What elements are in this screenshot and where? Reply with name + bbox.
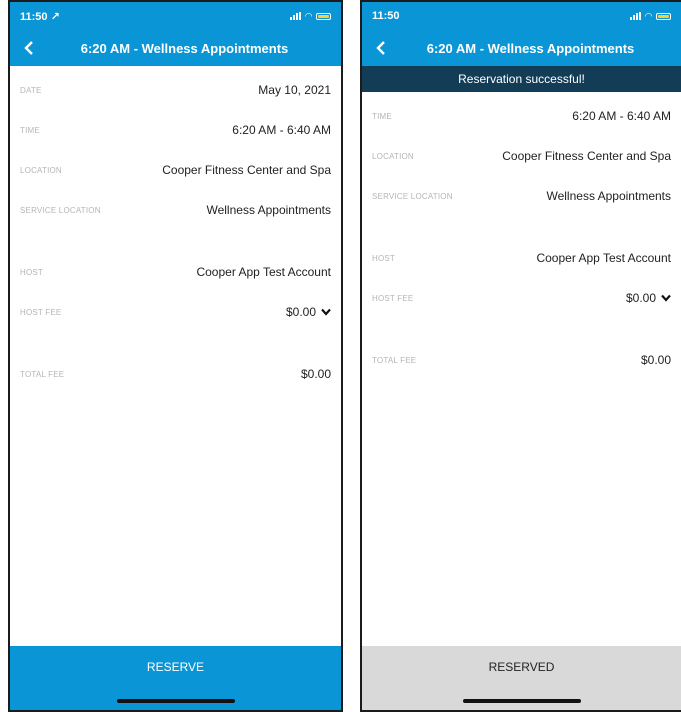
phone-screen-before: 11:50 ↗ ◠ 6:20 AM - Wellness Appointment… (8, 0, 343, 712)
row-value: $0.00 (625, 291, 656, 305)
home-indicator[interactable] (116, 699, 235, 703)
row-label: SERVICE LOCATION (20, 205, 101, 215)
home-indicator[interactable] (462, 699, 581, 703)
reserve-button[interactable]: RESERVE (10, 646, 341, 710)
row-label: HOST (372, 253, 396, 263)
row-value: $0.00 (300, 367, 331, 381)
row-label: HOST (20, 267, 44, 277)
detail-row-location: LOCATION Cooper Fitness Center and Spa (362, 136, 681, 176)
row-value: Cooper App Test Account (536, 251, 671, 265)
detail-row-host-fee[interactable]: HOST FEE $0.00 (362, 278, 681, 318)
row-value: 6:20 AM - 6:40 AM (232, 123, 331, 137)
phone-screen-after: 11:50 ◠ 6:20 AM - Wellness Appointments … (360, 0, 681, 712)
host-fee-dropdown[interactable]: $0.00 (286, 305, 331, 319)
success-toast: Reservation successful! (362, 66, 681, 92)
page-title: 6:20 AM - Wellness Appointments (80, 40, 289, 56)
detail-row-host: HOST Cooper App Test Account (362, 238, 681, 278)
row-label: SERVICE LOCATION (372, 191, 453, 201)
detail-row-location: LOCATION Cooper Fitness Center and Spa (10, 150, 341, 190)
row-value: $0.00 (640, 353, 671, 367)
row-label: TOTAL FEE (20, 369, 65, 379)
detail-row-date: DATE May 10, 2021 (10, 70, 341, 110)
detail-row-time: TIME 6:20 AM - 6:40 AM (10, 110, 341, 150)
detail-row-host-fee[interactable]: HOST FEE $0.00 (10, 292, 341, 332)
page-title: 6:20 AM - Wellness Appointments (426, 40, 635, 56)
detail-row-total-fee: TOTAL FEE $0.00 (10, 354, 341, 394)
wifi-icon: ◠ (645, 10, 652, 21)
row-label: LOCATION (372, 151, 414, 161)
location-arrow-icon: ↗ (50, 10, 60, 23)
signal-icon (630, 12, 642, 20)
battery-icon (656, 12, 671, 20)
row-value: 6:20 AM - 6:40 AM (572, 109, 671, 123)
row-label: HOST FEE (20, 307, 62, 317)
row-label: TOTAL FEE (372, 355, 417, 365)
nav-header: 6:20 AM - Wellness Appointments (10, 30, 341, 66)
row-value: May 10, 2021 (258, 83, 331, 97)
detail-row-service-location: SERVICE LOCATION Wellness Appointments (10, 190, 341, 230)
status-time: 11:50 ↗ (20, 10, 60, 23)
status-bar: 11:50 ↗ ◠ (10, 2, 341, 30)
host-fee-dropdown[interactable]: $0.00 (626, 291, 671, 305)
detail-row-host: HOST Cooper App Test Account (10, 252, 341, 292)
row-value: Cooper App Test Account (196, 265, 331, 279)
status-time: 11:50 (372, 10, 400, 22)
row-value: $0.00 (285, 305, 316, 319)
back-icon[interactable] (20, 39, 38, 57)
nav-header: 6:20 AM - Wellness Appointments (362, 30, 681, 66)
battery-icon (316, 12, 331, 20)
signal-icon (290, 12, 302, 20)
row-value: Wellness Appointments (206, 203, 331, 217)
row-label: TIME (20, 125, 40, 135)
detail-row-service-location: SERVICE LOCATION Wellness Appointments (362, 176, 681, 216)
chevron-down-icon[interactable] (321, 307, 331, 317)
row-value: Wellness Appointments (546, 189, 671, 203)
details-list: DATE May 10, 2021 TIME 6:20 AM - 6:40 AM… (10, 66, 341, 394)
row-label: DATE (20, 85, 42, 95)
row-value: Cooper Fitness Center and Spa (502, 149, 671, 163)
back-icon[interactable] (372, 39, 390, 57)
status-bar: 11:50 ◠ (362, 2, 681, 30)
chevron-down-icon[interactable] (661, 293, 671, 303)
row-label: LOCATION (20, 165, 62, 175)
row-label: HOST FEE (372, 293, 414, 303)
row-label: TIME (372, 111, 392, 121)
reserved-button[interactable]: RESERVED (362, 646, 681, 710)
row-value: Cooper Fitness Center and Spa (162, 163, 331, 177)
detail-row-total-fee: TOTAL FEE $0.00 (362, 340, 681, 380)
detail-row-time: TIME 6:20 AM - 6:40 AM (362, 96, 681, 136)
wifi-icon: ◠ (305, 10, 312, 21)
details-list: TIME 6:20 AM - 6:40 AM LOCATION Cooper F… (362, 92, 681, 380)
